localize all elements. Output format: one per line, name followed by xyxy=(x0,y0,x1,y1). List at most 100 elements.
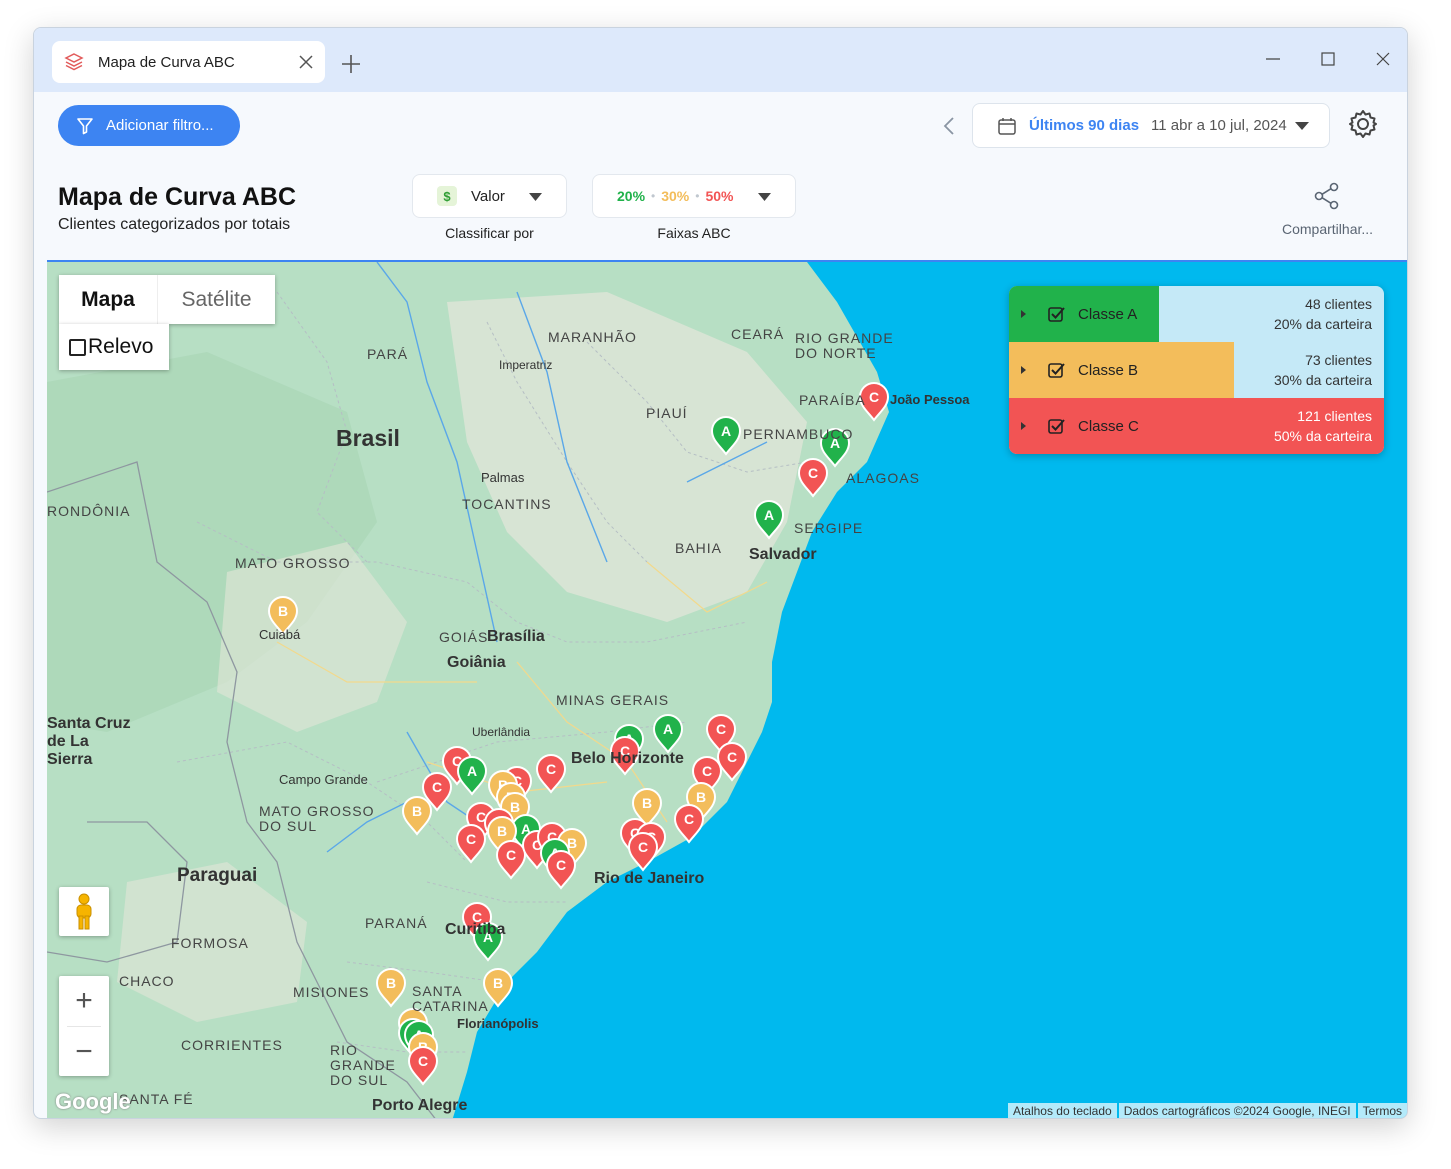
zoom-in-button[interactable]: + xyxy=(59,976,109,1026)
dot-separator: • xyxy=(695,189,700,203)
title-bar: Mapa de Curva ABC xyxy=(34,28,1407,92)
svg-text:C: C xyxy=(556,857,566,873)
chevron-down-icon xyxy=(1295,122,1309,130)
legend-clients-b: 73 clientes xyxy=(1305,352,1372,368)
close-icon[interactable] xyxy=(297,53,315,71)
plus-icon[interactable] xyxy=(339,52,363,76)
add-filter-button[interactable]: Adicionar filtro... xyxy=(58,105,240,146)
svg-text:C: C xyxy=(716,721,726,737)
legend-share-b: 30% da carteira xyxy=(1273,372,1372,388)
svg-text:C: C xyxy=(684,811,694,827)
map-label-pernambuco: PERNAMBUCO xyxy=(743,426,854,442)
legend-share-c: 50% da carteira xyxy=(1273,428,1372,444)
map-label-rondonia: RONDÔNIA xyxy=(47,503,131,519)
expand-icon[interactable] xyxy=(1021,310,1026,318)
date-range-picker[interactable]: Últimos 90 dias 11 abr a 10 jul, 2024 xyxy=(972,103,1330,148)
toolbar: Adicionar filtro... Últimos 90 dias 11 a… xyxy=(34,92,1407,260)
map-type-control: Mapa Satélite xyxy=(59,275,275,324)
svg-text:C: C xyxy=(506,847,516,863)
map-label-misiones: MISIONES xyxy=(293,984,370,1000)
minimize-icon[interactable] xyxy=(1264,50,1282,68)
map-label-parana: PARANÁ xyxy=(365,915,428,931)
map-label-rn: RIO GRANDE DO NORTE xyxy=(795,330,894,361)
date-range: 11 abr a 10 jul, 2024 xyxy=(1151,117,1287,134)
svg-text:B: B xyxy=(510,799,520,815)
map-label-bahia: BAHIA xyxy=(675,540,723,556)
map-label-campo-grande: Campo Grande xyxy=(279,772,368,787)
legend-clients-c: 121 clientes xyxy=(1297,408,1372,424)
map-label-imperatriz: Imperatriz xyxy=(499,358,553,372)
svg-text:A: A xyxy=(663,721,673,737)
google-logo: Google xyxy=(55,1089,131,1114)
map-label-formosa: FORMOSA xyxy=(171,935,249,951)
terrain-toggle[interactable]: Relevo xyxy=(59,324,169,370)
map-attribution: Atalhos do teclado Dados cartográficos ©… xyxy=(1006,1103,1407,1118)
layers-icon xyxy=(64,53,84,71)
sort-label: Classificar por xyxy=(445,225,534,241)
map-view[interactable]: CAACABAACCCCBCCCACBCBBBCCCABCCCBACBCCCCA… xyxy=(47,260,1407,1118)
svg-text:C: C xyxy=(727,749,737,765)
expand-icon[interactable] xyxy=(1021,366,1026,374)
map-label-corrientes: CORRIENTES xyxy=(181,1037,283,1053)
chevron-down-icon xyxy=(758,193,771,201)
map-label-chaco: CHACO xyxy=(119,973,175,989)
svg-text:B: B xyxy=(278,603,288,619)
page-subtitle: Clientes categorizados por totais xyxy=(58,216,291,233)
sort-select[interactable]: $ Valor xyxy=(412,174,567,218)
map-label-florianopolis: Florianópolis xyxy=(457,1016,539,1031)
expand-icon[interactable] xyxy=(1021,422,1026,430)
map-label-paraiba: PARAÍBA xyxy=(799,392,866,408)
share-label: Compartilhar... xyxy=(1282,221,1374,237)
map-label-goiania: Goiânia xyxy=(447,654,506,671)
date-preset: Últimos 90 dias xyxy=(1029,117,1140,134)
page-title: Mapa de Curva ABC xyxy=(58,183,297,211)
keyboard-shortcuts-link[interactable]: Atalhos do teclado xyxy=(1007,1103,1117,1118)
street-view-pegman[interactable] xyxy=(59,887,109,936)
map-label-rio: Rio de Janeiro xyxy=(594,870,705,887)
filter-icon xyxy=(77,117,93,134)
legend-name-c: Classe C xyxy=(1078,417,1139,435)
map-label-sc: SANTA CATARINA xyxy=(412,983,489,1014)
svg-text:C: C xyxy=(418,1053,428,1069)
dot-separator: • xyxy=(651,189,656,203)
svg-text:B: B xyxy=(412,803,422,819)
zoom-control: + − xyxy=(59,976,109,1076)
chevron-left-icon[interactable] xyxy=(940,116,960,136)
map-type-satellite[interactable]: Satélite xyxy=(157,275,275,324)
map-label-uberlandia: Uberlândia xyxy=(472,725,531,739)
map-type-map[interactable]: Mapa xyxy=(59,275,157,324)
legend-row-a[interactable]: Classe A 48 clientes 20% da carteira xyxy=(1009,286,1384,342)
checkbox-checked-icon[interactable] xyxy=(1048,418,1066,434)
legend-clients-a: 48 clientes xyxy=(1305,296,1372,312)
legend-share-a: 20% da carteira xyxy=(1273,316,1372,332)
map-label-mt: MATO GROSSO xyxy=(235,555,351,571)
band-a: 20% xyxy=(617,188,646,204)
gear-icon[interactable] xyxy=(1347,108,1379,140)
terms-link[interactable]: Termos xyxy=(1357,1103,1407,1118)
svg-text:C: C xyxy=(546,761,556,777)
legend-row-b[interactable]: Classe B 73 clientes 30% da carteira xyxy=(1009,342,1384,398)
zoom-out-button[interactable]: − xyxy=(59,1027,109,1077)
checkbox-checked-icon[interactable] xyxy=(1048,362,1066,378)
band-c: 50% xyxy=(705,188,734,204)
legend-name-b: Classe B xyxy=(1078,361,1139,379)
window-close-icon[interactable] xyxy=(1374,50,1392,68)
terrain-checkbox[interactable] xyxy=(69,338,86,356)
svg-text:C: C xyxy=(638,839,648,855)
browser-tab[interactable]: Mapa de Curva ABC xyxy=(52,41,325,83)
map-label-paraguai: Paraguai xyxy=(177,865,258,886)
abc-bands-select[interactable]: 20% • 30% • 50% xyxy=(592,174,796,218)
checkbox-checked-icon[interactable] xyxy=(1048,306,1066,322)
svg-text:A: A xyxy=(764,507,774,523)
share-icon xyxy=(1314,182,1339,210)
map-label-salvador: Salvador xyxy=(749,546,817,563)
maximize-icon[interactable] xyxy=(1319,50,1337,68)
tab-title: Mapa de Curva ABC xyxy=(98,53,235,71)
map-label-rs: RIO GRANDE DO SUL xyxy=(330,1042,396,1088)
map-label-brasil: Brasil xyxy=(336,425,400,451)
dollar-icon: $ xyxy=(437,186,457,206)
map-label-ceara: CEARÁ xyxy=(731,326,785,342)
legend-row-c[interactable]: Classe C 121 clientes 50% da carteira xyxy=(1009,398,1384,454)
svg-text:C: C xyxy=(702,763,712,779)
share-button[interactable]: Compartilhar... xyxy=(1282,182,1374,237)
